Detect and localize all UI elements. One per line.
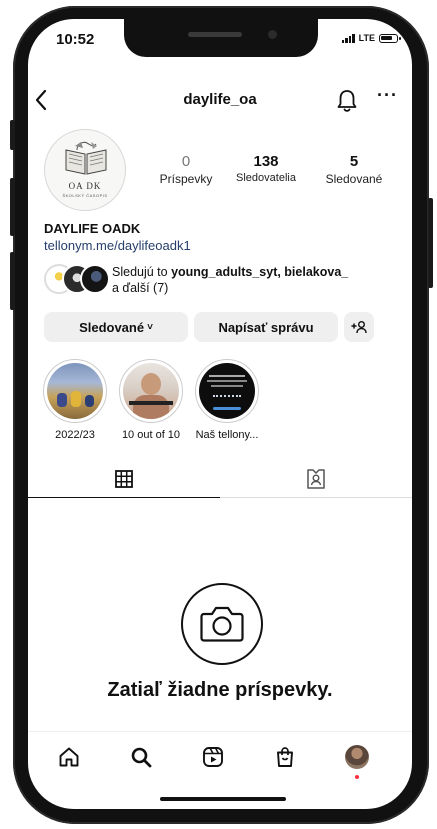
followed-suffix: a ďalší (7)	[112, 281, 169, 295]
followed-by[interactable]: Sledujú to young_adults_syt, bielakova_ …	[44, 264, 404, 304]
speaker	[188, 32, 242, 37]
stat-posts[interactable]: 0 Príspevky	[154, 153, 218, 186]
followed-by-text: Sledujú to young_adults_syt, bielakova_ …	[112, 264, 348, 296]
stat-following[interactable]: 5 Sledované	[314, 153, 394, 186]
stat-label: Príspevky	[159, 172, 213, 186]
empty-state-circle	[181, 583, 263, 665]
chevron-down-icon: ˅	[147, 321, 153, 333]
front-camera	[268, 30, 277, 39]
highlight-ring	[119, 359, 183, 423]
battery-icon	[379, 33, 401, 43]
status-time: 10:52	[56, 31, 95, 48]
more-options-button[interactable]: ···	[377, 85, 398, 106]
profile-tabs	[28, 461, 412, 498]
tab-grid[interactable]	[28, 461, 220, 498]
highlight-label: 10 out of 10	[121, 429, 181, 441]
profile-actions: Sledované ˅ Napísať správu	[44, 312, 396, 342]
phone-side-button	[428, 198, 433, 288]
search-icon	[131, 747, 152, 768]
avatar-subtitle: ŠKOLSKÝ ČASOPIS	[62, 193, 108, 198]
follower-avatar	[80, 264, 110, 294]
notification-dot	[355, 775, 359, 779]
message-button[interactable]: Napísať správu	[194, 312, 338, 342]
profile-avatar-icon	[345, 745, 369, 769]
add-user-icon	[351, 321, 367, 334]
posts-empty-state: Zatiaľ žiadne príspevky.	[28, 498, 412, 728]
network-label: LTE	[358, 33, 375, 43]
signal-icon	[341, 33, 355, 43]
highlight-item[interactable]: Naš tellony...	[192, 359, 262, 441]
phone-side-button	[10, 252, 15, 310]
story-highlights: 2022/23 10 out of 10 Naš tellony...	[40, 359, 400, 449]
followed-names: young_adults_syt, bielakova_	[171, 265, 349, 279]
profile-bio-link[interactable]: tellonym.me/daylifeoadk1	[44, 238, 191, 253]
highlight-item[interactable]: 10 out of 10	[116, 359, 186, 441]
grid-icon	[115, 470, 133, 488]
stat-value: 5	[349, 153, 359, 170]
highlight-cover-image	[123, 363, 179, 419]
tab-tagged[interactable]	[220, 461, 412, 497]
bell-icon	[337, 90, 357, 112]
open-book-icon	[65, 141, 107, 175]
nav-reels[interactable]	[198, 744, 228, 770]
stat-value: 138	[253, 153, 279, 170]
reels-icon	[203, 747, 223, 767]
home-icon	[59, 747, 79, 767]
profile-avatar[interactable]: OA DK ŠKOLSKÝ ČASOPIS	[44, 129, 126, 211]
followed-prefix: Sledujú to	[112, 265, 172, 279]
tagged-user-icon	[307, 469, 325, 489]
notifications-button[interactable]	[336, 89, 358, 118]
highlight-ring	[43, 359, 107, 423]
status-icons: LTE	[341, 33, 401, 43]
phone-side-button	[10, 178, 15, 236]
empty-state-text: Zatiaľ žiadne príspevky.	[107, 679, 333, 701]
message-label: Napísať správu	[218, 319, 314, 335]
nav-search[interactable]	[126, 744, 156, 770]
avatar-title: OA DK	[68, 181, 102, 191]
phone-side-button	[10, 120, 15, 150]
home-indicator	[160, 797, 286, 801]
more-horizontal-icon: ···	[377, 85, 398, 105]
highlight-cover-image	[199, 363, 255, 419]
profile-stats: 0 Príspevky 138 Sledovatelia 5 Sledované	[154, 153, 412, 193]
bottom-navigation	[28, 731, 412, 782]
highlight-ring	[195, 359, 259, 423]
following-button[interactable]: Sledované ˅	[44, 312, 188, 342]
following-label: Sledované	[79, 319, 145, 335]
highlight-cover-image	[47, 363, 103, 419]
profile-display-name: DAYLIFE OADK	[44, 221, 141, 236]
nav-profile[interactable]	[342, 744, 372, 779]
stat-value: 0	[181, 153, 191, 170]
screen: 10:52 LTE daylife_oa ··· OA DK ŠKOLSKÝ Č…	[28, 19, 412, 809]
highlight-item[interactable]: 2022/23	[40, 359, 110, 441]
nav-home[interactable]	[54, 744, 84, 770]
highlight-label: Naš tellony...	[195, 429, 259, 441]
highlight-label: 2022/23	[55, 429, 95, 441]
add-user-button[interactable]	[344, 312, 374, 342]
stat-label: Sledovatelia	[236, 172, 296, 184]
stat-followers[interactable]: 138 Sledovatelia	[218, 153, 314, 184]
camera-icon	[200, 606, 244, 642]
shop-icon	[277, 747, 293, 767]
profile-header: daylife_oa ···	[28, 85, 412, 113]
notch	[124, 19, 318, 57]
nav-shop[interactable]	[270, 744, 300, 770]
stat-label: Sledované	[325, 172, 383, 186]
